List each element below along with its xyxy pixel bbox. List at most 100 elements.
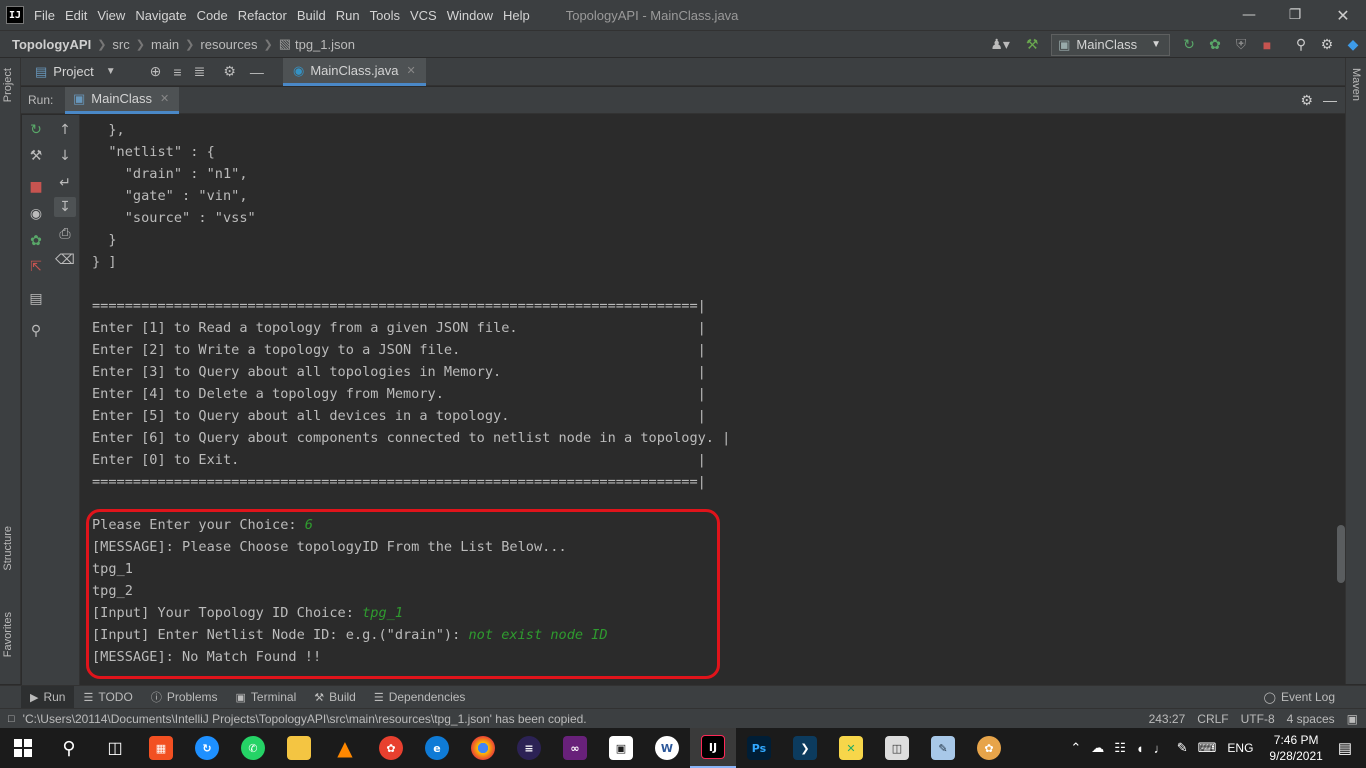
rerun-icon[interactable]: ↻	[1178, 34, 1200, 56]
taskbar-intellij[interactable]: IJ	[690, 728, 736, 768]
taskbar-sync[interactable]: ↻	[184, 728, 230, 768]
camera-icon[interactable]: ◉	[25, 204, 47, 224]
console-output[interactable]: }, "netlist" : { "drain" : "n1", "gate" …	[81, 115, 1345, 685]
debug-icon[interactable]: ✿	[1204, 34, 1226, 56]
taskbar-terminal[interactable]: ❯	[782, 728, 828, 768]
arrow-down-icon[interactable]: ↓	[54, 146, 76, 166]
minimize-icon[interactable]: —	[1226, 0, 1272, 30]
wifi-icon[interactable]: ◖	[1136, 741, 1144, 756]
menu-view[interactable]: View	[97, 8, 125, 23]
tool-run[interactable]: ▶ Run	[21, 685, 75, 709]
tab-project[interactable]: Project	[2, 68, 14, 102]
search-icon[interactable]: ⚲	[1290, 34, 1312, 56]
close-icon[interactable]: ✕	[1320, 0, 1366, 30]
menu-help[interactable]: Help	[503, 8, 530, 23]
pin-icon[interactable]: ⚲	[25, 321, 47, 341]
gear-icon[interactable]: ⚙	[223, 63, 236, 80]
trash-icon[interactable]: ⌫	[54, 250, 76, 270]
target-icon[interactable]: ⊕	[150, 63, 162, 80]
menu-tools[interactable]: Tools	[370, 8, 400, 23]
taskbar-visual-studio[interactable]: ∞	[552, 728, 598, 768]
taskbar-portal[interactable]: ▣	[598, 728, 644, 768]
project-view-select[interactable]: Project	[53, 64, 93, 79]
tool-event-log[interactable]: ◯ Event Log	[1255, 686, 1344, 709]
taskbar-sketch[interactable]: ✕	[828, 728, 874, 768]
exit-icon[interactable]: ⇱	[25, 257, 47, 277]
maximize-icon[interactable]: ❐	[1272, 0, 1318, 30]
window-icon[interactable]: □	[8, 713, 15, 725]
menu-code[interactable]: Code	[197, 8, 228, 23]
taskbar-chrome[interactable]	[460, 728, 506, 768]
menu-window[interactable]: Window	[447, 8, 493, 23]
breadcrumb-project[interactable]: TopologyAPI	[12, 37, 91, 52]
menu-build[interactable]: Build	[297, 8, 326, 23]
close-icon[interactable]: ✕	[407, 64, 416, 77]
chevron-up-icon[interactable]: ⌃	[1070, 740, 1081, 756]
tab-structure[interactable]: Structure	[2, 526, 14, 571]
wrench-icon[interactable]: ⚒	[25, 146, 47, 166]
stop-icon[interactable]: ■	[25, 177, 47, 197]
taskbar-store[interactable]: ▦	[138, 728, 184, 768]
tab-favorites[interactable]: Favorites	[2, 612, 14, 657]
scrollbar-thumb[interactable]	[1337, 525, 1345, 583]
gear-icon[interactable]: ⚙	[1316, 34, 1338, 56]
taskbar-photoshop[interactable]: Ps	[736, 728, 782, 768]
soft-wrap-icon[interactable]: ↵	[54, 173, 76, 193]
taskbar-paint[interactable]: ✿	[966, 728, 1012, 768]
breadcrumb-file[interactable]: tpg_1.json	[295, 37, 355, 52]
expand-all-icon[interactable]: ≣	[194, 63, 206, 80]
taskbar-database[interactable]: ◫	[874, 728, 920, 768]
tool-problems[interactable]: ⓘ Problems	[142, 686, 227, 709]
build-hammer-icon[interactable]: ⚒	[1021, 34, 1043, 56]
tool-terminal[interactable]: ▣ Terminal	[227, 686, 306, 709]
indent-setting[interactable]: 4 spaces	[1287, 712, 1335, 726]
pen-icon[interactable]: ✎	[1177, 740, 1188, 756]
clock[interactable]: 7:46 PM 9/28/2021	[1269, 732, 1322, 764]
menu-refactor[interactable]: Refactor	[238, 8, 287, 23]
caret-position[interactable]: 243:27	[1149, 712, 1186, 726]
menu-run[interactable]: Run	[336, 8, 360, 23]
coverage-icon[interactable]: ⛨	[1230, 34, 1252, 56]
windows-start-icon[interactable]	[0, 728, 46, 768]
lock-icon[interactable]: ▣	[1347, 712, 1358, 726]
menu-edit[interactable]: Edit	[65, 8, 87, 23]
rerun-icon[interactable]: ↻	[25, 120, 47, 140]
chevron-down-icon[interactable]: ▼	[106, 66, 116, 77]
cloud-icon[interactable]: ☁	[1091, 740, 1104, 756]
tool-dependencies[interactable]: ☰ Dependencies	[365, 686, 475, 709]
user-icon[interactable]: ♟▾	[989, 34, 1011, 56]
tool-build[interactable]: ⚒ Build	[305, 686, 365, 709]
tab-mainclass-java[interactable]: ◉ MainClass.java ✕	[283, 58, 426, 86]
network-icon[interactable]: ☷	[1114, 740, 1126, 756]
volume-icon[interactable]: ♩	[1154, 741, 1167, 756]
debug-icon[interactable]: ✿	[25, 231, 47, 251]
taskbar-notes[interactable]: ✎	[920, 728, 966, 768]
taskbar-explorer[interactable]	[276, 728, 322, 768]
line-separator[interactable]: CRLF	[1197, 712, 1228, 726]
file-encoding[interactable]: UTF-8	[1241, 712, 1275, 726]
taskbar-whatsapp[interactable]: ✆	[230, 728, 276, 768]
run-tab-mainclass[interactable]: ▣ MainClass ✕	[65, 86, 180, 114]
close-icon[interactable]: ✕	[160, 92, 169, 105]
taskbar-eclipse[interactable]: ≡	[506, 728, 552, 768]
hide-icon[interactable]: —	[250, 64, 264, 80]
taskbar-baidu[interactable]: ✿	[368, 728, 414, 768]
breadcrumb-src[interactable]: src	[112, 37, 129, 52]
stop-icon[interactable]: ■	[1256, 34, 1278, 56]
breadcrumb-resources[interactable]: resources	[200, 37, 257, 52]
breadcrumb-main[interactable]: main	[151, 37, 179, 52]
collapse-all-icon[interactable]: ≡	[173, 64, 181, 80]
task-view-icon[interactable]: ◫	[92, 728, 138, 768]
tool-todo[interactable]: ☰ TODO	[74, 686, 141, 709]
taskbar-word[interactable]: W	[644, 728, 690, 768]
layout-icon[interactable]: ▤	[25, 289, 47, 309]
plugin-icon[interactable]: ◆	[1342, 34, 1364, 56]
taskbar-vlc[interactable]: ▲	[322, 728, 368, 768]
menu-vcs[interactable]: VCS	[410, 8, 437, 23]
hide-icon[interactable]: —	[1323, 92, 1337, 108]
keyboard-icon[interactable]: ⌨	[1198, 740, 1217, 756]
search-icon[interactable]: ⚲	[46, 728, 92, 768]
tab-maven[interactable]: Maven	[1350, 68, 1362, 101]
scroll-to-end-icon[interactable]: ↧	[54, 197, 76, 217]
run-configuration-select[interactable]: ▣ MainClass ▼	[1051, 33, 1170, 56]
